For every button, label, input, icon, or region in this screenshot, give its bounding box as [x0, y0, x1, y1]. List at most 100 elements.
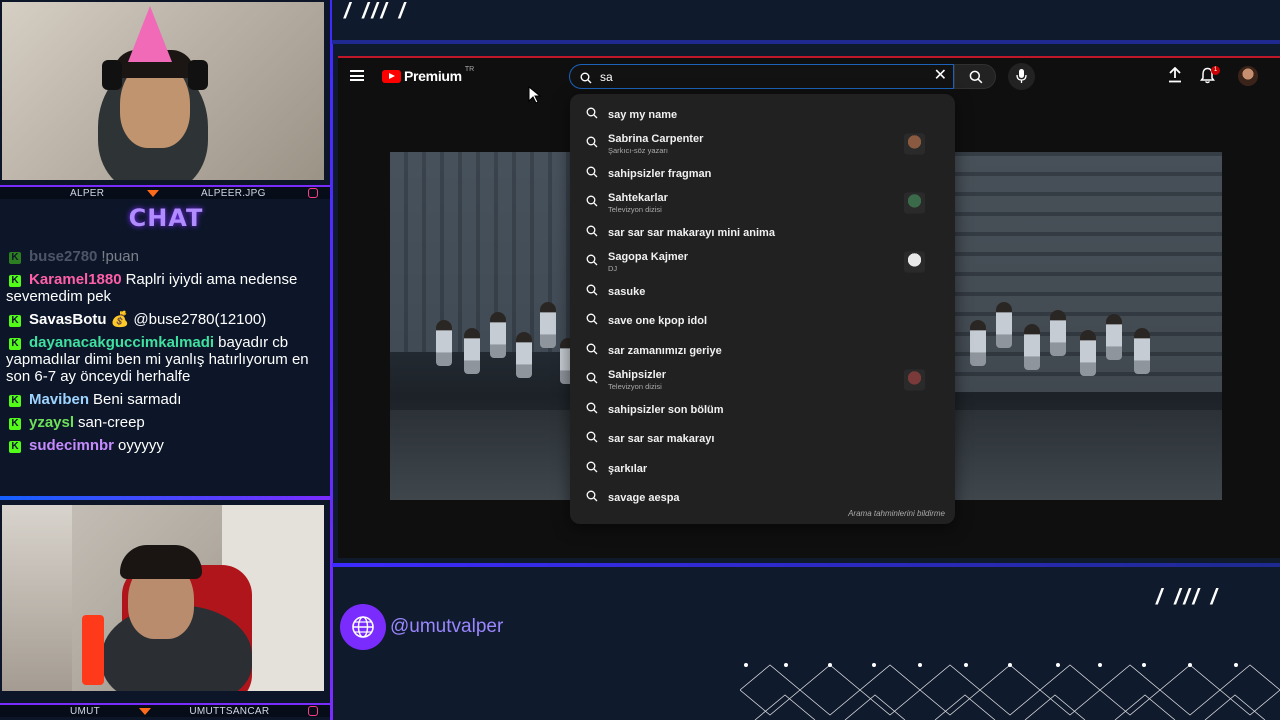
instagram-icon — [307, 188, 318, 198]
chat-username[interactable]: dayanacakguccimkalmadi — [29, 334, 214, 351]
search-suggestion[interactable]: sar sar sar makarayı mini anima — [570, 218, 955, 248]
suggestion-thumbnail — [904, 192, 925, 214]
kick-badge-icon: K — [9, 338, 21, 350]
search-icon — [586, 489, 598, 507]
suggestion-text: savage aespa — [608, 492, 680, 505]
search-button[interactable] — [954, 64, 996, 89]
mouse-cursor-icon — [528, 86, 542, 104]
kick-badge-icon: K — [9, 275, 21, 287]
suggestion-text: Sahipsizler — [608, 369, 667, 382]
microphone-icon — [1016, 69, 1027, 83]
search-suggestions-dropdown: say my name Sabrina Carpenter Şarkıcı-söz … — [570, 94, 955, 524]
suggestion-text: Sabrina Carpenter — [608, 133, 704, 146]
chat-message: Ksudecimnbr oyyyyy — [6, 437, 322, 454]
search-suggestion[interactable]: Sagopa Kajmer DJ — [570, 248, 955, 278]
chat-username[interactable]: yzaysl — [29, 414, 74, 431]
chat-text: Beni sarmadı — [93, 391, 182, 408]
search-suggestion[interactable]: sahipsizler son bölüm — [570, 395, 955, 425]
search-suggestion[interactable]: sasuke — [570, 277, 955, 307]
chat-username[interactable]: buse2780 — [29, 248, 97, 265]
frame-divider-left — [330, 0, 333, 720]
search-suggestion[interactable]: Sahipsizler Televizyon dizisi — [570, 366, 955, 396]
webcam-umut — [2, 505, 324, 691]
search-icon — [586, 312, 598, 330]
search-icon — [586, 401, 598, 419]
chat-username[interactable]: Karamel1880 — [29, 271, 122, 288]
cam-top-handle: ALPEER.JPG — [200, 187, 266, 199]
chat-username[interactable]: Maviben — [29, 391, 89, 408]
chat-message: K Karamel1880 Raplri iyiydi ama nedense se… — [6, 271, 322, 305]
suggestion-subtitle: Televizyon dizisi — [608, 382, 662, 392]
suggestion-text: sahipsizler fragman — [608, 167, 712, 180]
top-overlay: / /// / — [332, 0, 1280, 42]
cam-bottom-handle: UMUTTSANCAR — [189, 705, 270, 717]
chat-message: Kbuse2780 !puan — [6, 248, 322, 265]
search-icon — [586, 253, 598, 271]
globe-icon — [340, 604, 386, 650]
suggestion-text: sar zamanımızı geriye — [608, 344, 722, 357]
chat-username[interactable]: SavasBotu — [29, 311, 107, 328]
chat-panel: CHAT Kbuse2780 !puan K Karamel1880 Raplri iy… — [0, 200, 332, 500]
search-suggestion[interactable]: sar zamanımızı geriye — [570, 336, 955, 366]
kick-badge-icon: K — [9, 252, 21, 264]
cam-top-name: ALPER — [70, 187, 105, 199]
chat-title: CHAT — [128, 204, 204, 232]
search-suggestion[interactable]: sahipsizler fragman — [570, 159, 955, 189]
chat-username[interactable]: sudecimnbr — [29, 437, 114, 454]
search-icon — [969, 70, 983, 84]
youtube-header: Premium TR ✕ 1 — [338, 58, 1280, 94]
search-suggestion[interactable]: Sabrina Carpenter Şarkıcı-söz yazarı — [570, 130, 955, 160]
cam-bottom-bar: UMUT UMUTTSANCAR — [0, 703, 332, 717]
suggestion-subtitle: Televizyon dizisi — [608, 205, 662, 215]
chat-text: 💰 @buse2780(12100) — [110, 311, 267, 328]
clear-icon[interactable]: ✕ — [934, 68, 947, 84]
triangle-icon — [146, 189, 159, 197]
chat-text: oyyyyy — [118, 437, 164, 454]
search-input[interactable] — [600, 69, 900, 85]
suggestion-text: save one kpop idol — [608, 315, 708, 328]
chat-message: Kyzaysl san-creep — [6, 414, 322, 431]
youtube-window: Premium TR ✕ 1 — [338, 58, 1280, 558]
logo-country: TR — [464, 65, 475, 73]
chat-text: san-creep — [78, 414, 145, 431]
search-icon — [586, 194, 598, 212]
report-predictions-link[interactable]: Arama tahminlerini bildirme — [848, 509, 945, 518]
search-suggestion[interactable]: şarkılar — [570, 454, 955, 484]
suggestion-thumbnail — [904, 133, 925, 155]
chat-text: !puan — [101, 248, 139, 265]
party-hat — [128, 6, 172, 62]
cam-top-bar: ALPER ALPEER.JPG — [0, 185, 332, 199]
youtube-play-icon — [382, 69, 401, 83]
search-icon — [586, 106, 598, 124]
search-suggestion[interactable]: Sahtekarlar Televizyon dizisi — [570, 189, 955, 219]
triangle-icon — [138, 707, 151, 715]
notification-badge: 1 — [1211, 66, 1220, 75]
search-suggestion[interactable]: sar sar sar makarayı — [570, 425, 955, 455]
suggestion-text: sahipsizler son bölüm — [608, 403, 724, 416]
kick-badge-icon: K — [9, 418, 21, 430]
slash-decoration: / /// / — [344, 0, 408, 23]
search-icon — [586, 283, 598, 301]
search-suggestion[interactable]: save one kpop idol — [570, 307, 955, 337]
suggestion-subtitle: DJ — [608, 264, 618, 274]
handle-text: @umutvalper — [390, 616, 504, 637]
left-column: ALPER ALPEER.JPG CHAT Kbuse2780 !puan K Kar… — [0, 0, 332, 720]
chat-messages: Kbuse2780 !puan K Karamel1880 Raplri iyiydi … — [6, 248, 322, 460]
slash-decoration: / /// / — [1156, 584, 1220, 609]
search-box[interactable]: ✕ — [569, 64, 954, 89]
suggestion-text: Sahtekarlar — [608, 192, 668, 205]
upload-icon[interactable] — [1168, 66, 1182, 88]
kick-badge-icon: K — [9, 315, 21, 327]
suggestion-text: sar sar sar makarayı mini anima — [608, 226, 775, 239]
kick-badge-icon: K — [9, 441, 21, 453]
suggestion-text: Sagopa Kajmer — [608, 251, 689, 264]
voice-search-button[interactable] — [1008, 63, 1035, 90]
search-suggestion[interactable]: say my name — [570, 100, 955, 130]
frame-divider-top — [332, 40, 1280, 44]
suggestion-thumbnail — [904, 251, 925, 273]
chat-message: K SavasBotu 💰 @buse2780(12100) — [6, 311, 322, 328]
avatar[interactable] — [1238, 66, 1258, 86]
youtube-logo[interactable]: Premium TR — [382, 65, 475, 84]
hamburger-menu-icon[interactable] — [350, 70, 364, 81]
suggestion-list: say my name Sabrina Carpenter Şarkıcı-söz … — [570, 100, 955, 513]
